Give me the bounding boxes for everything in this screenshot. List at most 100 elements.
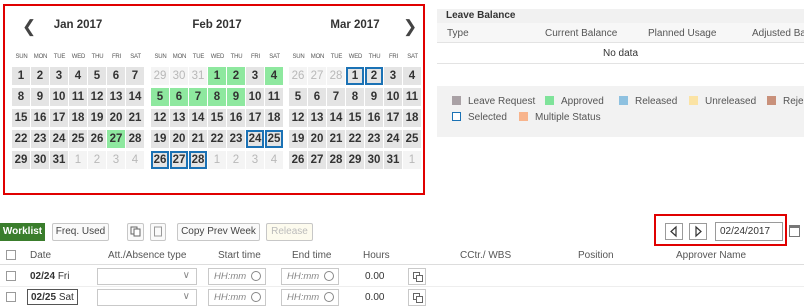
calendar-day[interactable]: 29 — [151, 67, 169, 85]
calendar-day[interactable]: 12 — [88, 88, 106, 106]
calendar-day[interactable]: 9 — [365, 88, 383, 106]
calendar-day[interactable]: 31 — [189, 67, 207, 85]
calendar-day[interactable]: 26 — [289, 151, 307, 169]
calendar-day[interactable]: 28 — [327, 67, 345, 85]
calendar-day[interactable]: 4 — [403, 67, 421, 85]
copy-row-button[interactable] — [408, 289, 426, 306]
calendar-day[interactable]: 3 — [246, 67, 264, 85]
copy-icon-button[interactable] — [127, 223, 144, 241]
calendar-day[interactable]: 22 — [12, 130, 30, 148]
calendar-day[interactable]: 31 — [384, 151, 402, 169]
calendar-day[interactable]: 10 — [246, 88, 264, 106]
clock-icon[interactable] — [324, 271, 334, 281]
calendar-day[interactable]: 20 — [170, 130, 188, 148]
calendar-day[interactable]: 10 — [50, 88, 68, 106]
calendar-day[interactable]: 19 — [289, 130, 307, 148]
calendar-day[interactable]: 3 — [384, 67, 402, 85]
calendar-day[interactable]: 5 — [151, 88, 169, 106]
calendar-day[interactable]: 17 — [50, 109, 68, 127]
calendar-day[interactable]: 26 — [151, 151, 169, 169]
calendar-day[interactable]: 17 — [384, 109, 402, 127]
calendar-day[interactable]: 21 — [327, 130, 345, 148]
calendar-day[interactable]: 25 — [69, 130, 87, 148]
calendar-day[interactable]: 24 — [246, 130, 264, 148]
calendar-day[interactable]: 23 — [227, 130, 245, 148]
calendar-day[interactable]: 5 — [289, 88, 307, 106]
calendar-day[interactable]: 28 — [327, 151, 345, 169]
calendar-day[interactable]: 21 — [126, 109, 144, 127]
calendar-day[interactable]: 13 — [170, 109, 188, 127]
calendar-day[interactable]: 21 — [189, 130, 207, 148]
calendar-day[interactable]: 1 — [208, 151, 226, 169]
freq-used-button[interactable]: Freq. Used — [52, 223, 109, 241]
calendar-icon[interactable] — [789, 225, 800, 237]
calendar-day[interactable]: 27 — [107, 130, 125, 148]
clock-icon[interactable] — [251, 271, 261, 281]
calendar-day[interactable]: 29 — [346, 151, 364, 169]
row-checkbox[interactable] — [6, 271, 16, 281]
calendar-day[interactable]: 24 — [384, 130, 402, 148]
calendar-day[interactable]: 8 — [346, 88, 364, 106]
calendar-day[interactable]: 13 — [107, 88, 125, 106]
calendar-day[interactable]: 8 — [208, 88, 226, 106]
calendar-day[interactable]: 31 — [50, 151, 68, 169]
calendar-day[interactable]: 2 — [227, 151, 245, 169]
calendar-day[interactable]: 15 — [346, 109, 364, 127]
calendar-day[interactable]: 1 — [403, 151, 421, 169]
calendar-day[interactable]: 1 — [346, 67, 364, 85]
calendar-day[interactable]: 13 — [308, 109, 326, 127]
calendar-day[interactable]: 16 — [365, 109, 383, 127]
calendar-day[interactable]: 16 — [227, 109, 245, 127]
att-absence-type-select[interactable]: ∨ — [97, 268, 197, 285]
calendar-day[interactable]: 2 — [31, 67, 49, 85]
calendar-day[interactable]: 26 — [88, 130, 106, 148]
calendar-day[interactable]: 28 — [126, 130, 144, 148]
calendar-day[interactable]: 9 — [227, 88, 245, 106]
calendar-day[interactable]: 11 — [69, 88, 87, 106]
calendar-day[interactable]: 28 — [189, 151, 207, 169]
prev-week-button[interactable] — [665, 223, 683, 240]
calendar-day[interactable]: 12 — [151, 109, 169, 127]
worklist-button[interactable]: Worklist — [0, 223, 45, 241]
calendar-day[interactable]: 30 — [31, 151, 49, 169]
calendar-day[interactable]: 1 — [69, 151, 87, 169]
date-input[interactable]: 02/24/2017 — [715, 222, 783, 241]
calendar-day[interactable]: 1 — [12, 67, 30, 85]
calendar-day[interactable]: 7 — [327, 88, 345, 106]
calendar-day[interactable]: 2 — [227, 67, 245, 85]
att-absence-type-select[interactable]: ∨ — [97, 289, 197, 306]
calendar-day[interactable]: 29 — [12, 151, 30, 169]
calendar-day[interactable]: 3 — [107, 151, 125, 169]
calendar-day[interactable]: 27 — [308, 151, 326, 169]
calendar-day[interactable]: 10 — [384, 88, 402, 106]
calendar-day[interactable]: 15 — [12, 109, 30, 127]
calendar-day[interactable]: 19 — [88, 109, 106, 127]
clock-icon[interactable] — [251, 292, 261, 302]
calendar-day[interactable]: 22 — [208, 130, 226, 148]
calendar-day[interactable]: 11 — [403, 88, 421, 106]
calendar-day[interactable]: 24 — [50, 130, 68, 148]
calendar-day[interactable]: 19 — [151, 130, 169, 148]
calendar-day[interactable]: 23 — [365, 130, 383, 148]
end-time-input[interactable]: HH:mm — [281, 289, 339, 306]
calendar-day[interactable]: 12 — [289, 109, 307, 127]
calendar-day[interactable]: 30 — [170, 67, 188, 85]
calendar-day[interactable]: 14 — [189, 109, 207, 127]
calendar-day[interactable]: 20 — [308, 130, 326, 148]
row-checkbox[interactable] — [6, 292, 16, 302]
calendar-day[interactable]: 25 — [403, 130, 421, 148]
calendar-day[interactable]: 8 — [12, 88, 30, 106]
calendar-day[interactable]: 17 — [246, 109, 264, 127]
calendar-day[interactable]: 4 — [265, 151, 283, 169]
calendar-day[interactable]: 18 — [403, 109, 421, 127]
delete-icon-button[interactable] — [150, 223, 166, 241]
start-time-input[interactable]: HH:mm — [208, 268, 266, 285]
next-week-button[interactable] — [689, 223, 707, 240]
calendar-day[interactable]: 16 — [31, 109, 49, 127]
calendar-day[interactable]: 4 — [265, 67, 283, 85]
calendar-day[interactable]: 1 — [208, 67, 226, 85]
calendar-day[interactable]: 27 — [308, 67, 326, 85]
calendar-day[interactable]: 15 — [208, 109, 226, 127]
start-time-input[interactable]: HH:mm — [208, 289, 266, 306]
copy-prev-week-button[interactable]: Copy Prev Week — [177, 223, 260, 241]
